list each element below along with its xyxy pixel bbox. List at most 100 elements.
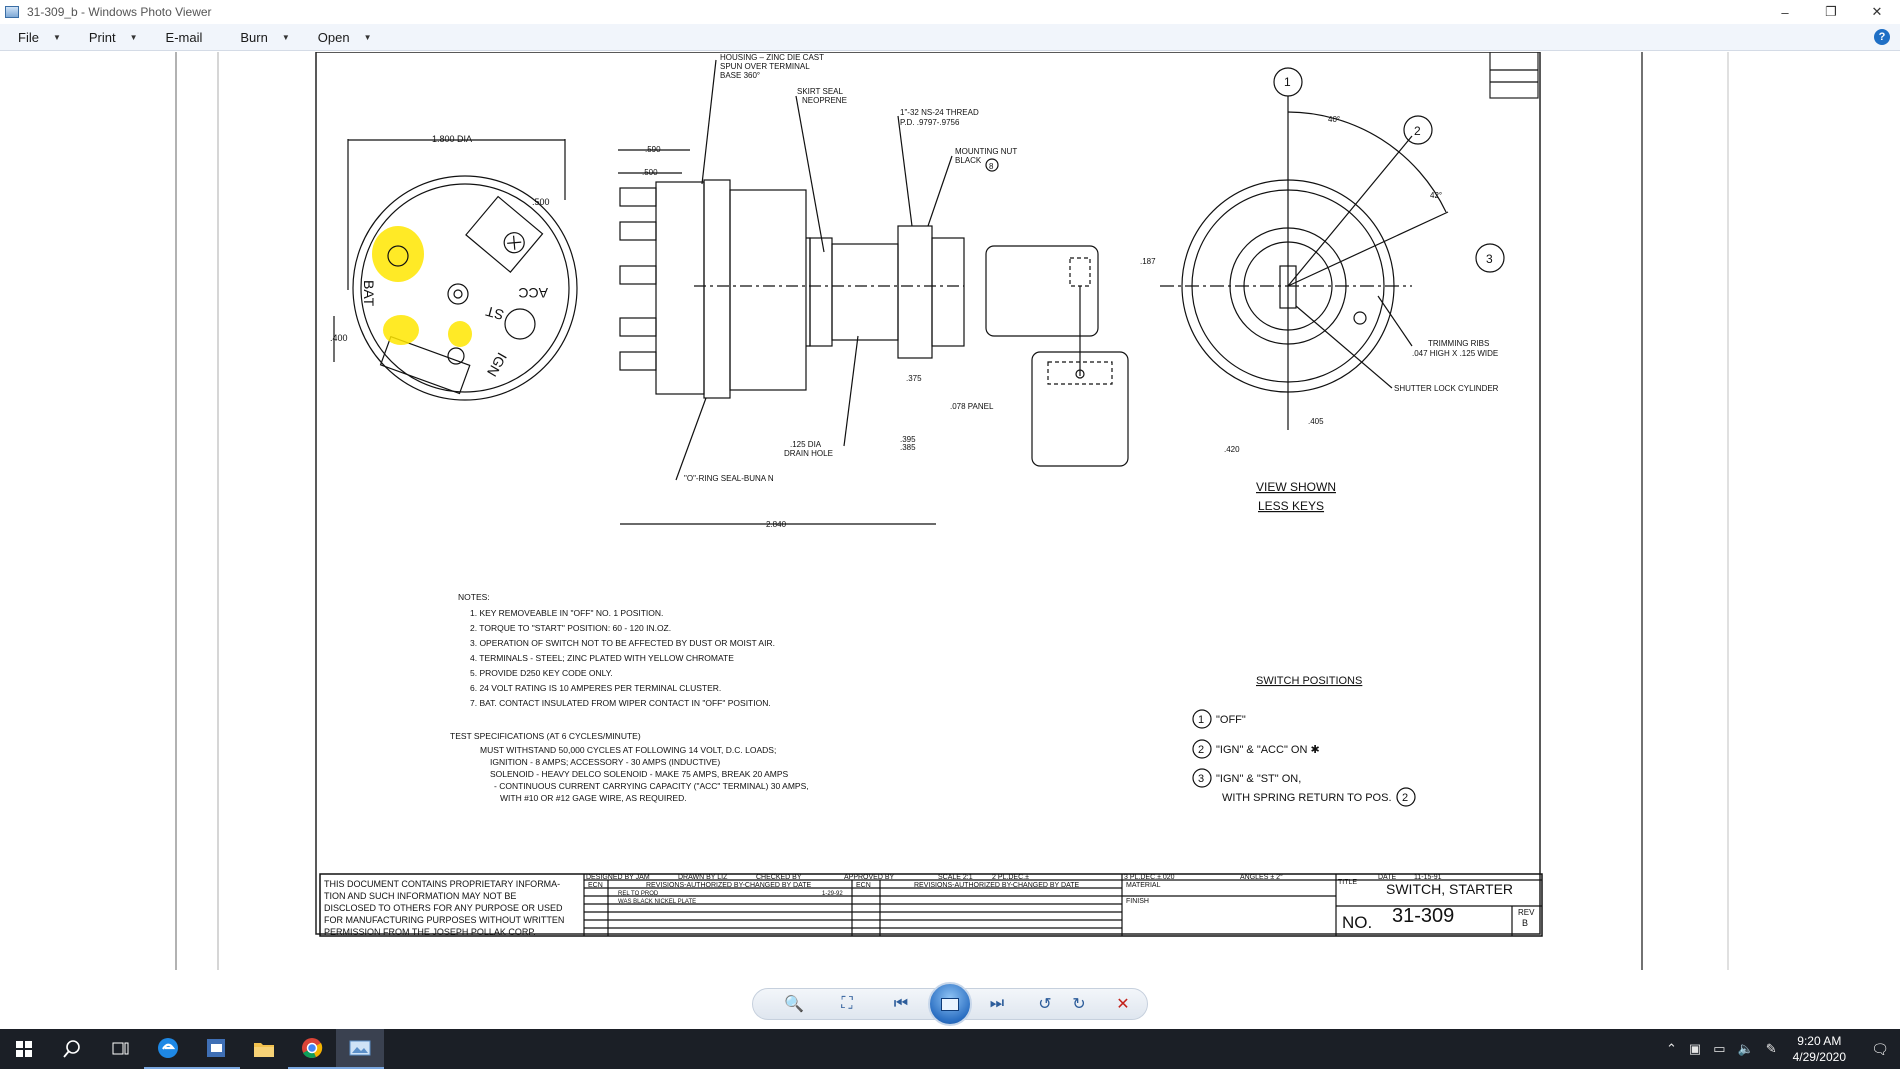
menu-email[interactable]: E-mail xyxy=(148,24,213,51)
switch-pos-3-num: 3 xyxy=(1198,773,1204,785)
dim-187-label: .187 xyxy=(1140,257,1156,266)
chevron-down-icon: ▼ xyxy=(52,32,61,42)
rotate-clockwise-icon[interactable]: ↻ xyxy=(1064,992,1094,1016)
thread-label-1: 1"-32 NS-24 THREAD xyxy=(900,108,979,117)
file-explorer-app[interactable] xyxy=(240,1029,288,1069)
volume-icon[interactable]: 🔈 xyxy=(1738,1041,1754,1057)
menu-bar: File ▼ Print ▼ E-mail Burn ▼ Open ▼ ? xyxy=(0,24,1900,51)
terminal-st-label: ST xyxy=(484,303,506,323)
designed-by: DESIGNED BY JAM xyxy=(586,874,650,881)
clock[interactable]: 9:20 AM 4/29/2020 xyxy=(1793,1033,1846,1065)
actual-size-icon[interactable]: ⛶ xyxy=(832,992,862,1016)
photo-viewer-app[interactable] xyxy=(336,1029,384,1069)
test-spec-line: WITH #10 OR #12 GAGE WIRE, AS REQUIRED. xyxy=(500,793,687,803)
switch-pos-1-num: 1 xyxy=(1198,714,1204,726)
note-line: 6. 24 VOLT RATING IS 10 AMPERES PER TERM… xyxy=(470,683,721,693)
revision-label: REV xyxy=(1518,908,1535,917)
task-view-button[interactable] xyxy=(96,1029,144,1069)
terminal-acc-label: ACC xyxy=(518,285,548,301)
dim-375-label: .375 xyxy=(906,374,922,383)
dim-400-label: .400 xyxy=(330,333,348,343)
revision-value: B xyxy=(1522,918,1528,928)
material-label: MATERIAL xyxy=(1126,882,1161,889)
drain-hole-label-1: .125 DIA xyxy=(790,440,822,449)
scale: SCALE 2:1 xyxy=(938,874,973,881)
shutter-lock-label: SHUTTER LOCK CYLINDER xyxy=(1394,384,1499,393)
menu-print-label: Print xyxy=(88,29,116,45)
ecn-label: ECN xyxy=(588,882,603,889)
task-view-icon xyxy=(112,1042,129,1055)
drawing-number-label: NO. xyxy=(1342,913,1372,932)
minimize-button[interactable]: – xyxy=(1762,0,1808,24)
zoom-icon[interactable]: 🔍 xyxy=(778,992,810,1016)
previous-icon[interactable]: ⏮ xyxy=(886,992,916,1016)
clock-time: 9:20 AM xyxy=(1797,1034,1842,1048)
menu-burn[interactable]: Burn ▼ xyxy=(212,24,299,51)
switch-pos-2-num: 2 xyxy=(1198,744,1204,756)
switch-pos-3b-num: 2 xyxy=(1402,792,1408,804)
maximize-button[interactable]: ❐ xyxy=(1808,0,1854,24)
housing-label-2: SPUN OVER TERMINAL xyxy=(720,62,810,71)
rotate-counterclockwise-icon[interactable]: ↺ xyxy=(1030,992,1060,1016)
photo-viewer-app-icon xyxy=(5,6,19,18)
windows-logo-icon xyxy=(16,1041,32,1057)
revisions-header-2: REVISIONS-AUTHORIZED BY-CHANGED BY DATE xyxy=(914,882,1080,889)
housing-label-3: BASE 360° xyxy=(720,71,760,80)
rev-b-note: WAS BLACK NICKEL PLATE xyxy=(618,899,696,905)
slideshow-icon xyxy=(941,997,959,1011)
chrome-icon xyxy=(302,1038,323,1058)
thread-label-2: P.D. .9797-.9756 xyxy=(900,118,960,127)
drain-hole-label-2: DRAIN HOLE xyxy=(784,449,833,458)
menu-print[interactable]: Print ▼ xyxy=(71,24,148,51)
rev-a-date: 1-29-92 xyxy=(822,891,843,897)
search-button[interactable] xyxy=(48,1029,96,1069)
help-icon[interactable]: ? xyxy=(1874,29,1890,45)
start-button[interactable] xyxy=(0,1029,48,1069)
system-tray: ⌃ ▣ ▭ 🔈 ✎ 9:20 AM 4/29/2020 🗨 xyxy=(1660,1029,1900,1069)
side-view: HOUSING – ZINC DIE CAST SPUN OVER TERMIN… xyxy=(618,53,1129,529)
housing-label-1: HOUSING – ZINC DIE CAST xyxy=(720,53,824,62)
notes-heading: NOTES: xyxy=(458,592,490,602)
front-view: 1 2 3 40° 42° .187 TRIMMING RIBS .047 HI… xyxy=(1140,67,1505,513)
rev-a-note: REL TO PROD xyxy=(618,891,659,897)
slideshow-button[interactable] xyxy=(928,982,972,1026)
next-icon[interactable]: ⏭ xyxy=(982,992,1012,1016)
mounting-nut-label-2: BLACK xyxy=(955,156,982,165)
clock-date: 4/29/2020 xyxy=(1792,1050,1846,1064)
checked-by: CHECKED BY xyxy=(756,874,802,881)
proprietary-line: PERMISSION FROM THE JOSEPH POLLAK CORP. xyxy=(324,927,536,937)
chevron-up-icon[interactable]: ⌃ xyxy=(1666,1041,1677,1057)
close-button[interactable]: ✕ xyxy=(1854,0,1900,24)
menu-file[interactable]: File ▼ xyxy=(0,24,71,51)
note-line: 7. BAT. CONTACT INSULATED FROM WIPER CON… xyxy=(470,698,771,708)
revisions-header: REVISIONS-AUTHORIZED BY-CHANGED BY DATE xyxy=(646,882,812,889)
skirt-seal-label-2: NEOPRENE xyxy=(802,96,847,105)
drawing-title: SWITCH, STARTER xyxy=(1386,881,1513,897)
switch-pos-3-text-b: WITH SPRING RETURN TO POS. xyxy=(1222,792,1392,804)
dia-label: 1.800 DIA xyxy=(432,134,472,144)
position-3-marker: 3 xyxy=(1486,252,1493,266)
notification-icon[interactable]: 🗨 xyxy=(1860,1029,1900,1069)
menu-open[interactable]: Open ▼ xyxy=(300,24,382,51)
three-place-decimal: 3 PL.DEC.±.020 xyxy=(1124,874,1175,881)
proprietary-line: DISCLOSED TO OTHERS FOR ANY PURPOSE OR U… xyxy=(324,903,563,913)
switch-positions: SWITCH POSITIONS 1 "OFF" 2 "IGN" & "ACC"… xyxy=(1192,675,1416,807)
network-icon[interactable]: ▭ xyxy=(1713,1041,1725,1057)
title-bar: 31-309_b - Windows Photo Viewer – ❐ ✕ xyxy=(0,0,1900,24)
view-shown-label-1: VIEW SHOWN xyxy=(1256,480,1336,494)
delete-icon[interactable]: ✕ xyxy=(1108,992,1138,1016)
edge-app[interactable] xyxy=(144,1029,192,1069)
proprietary-line: THIS DOCUMENT CONTAINS PROPRIETARY INFOR… xyxy=(324,879,560,889)
chrome-app[interactable] xyxy=(288,1029,336,1069)
outlook-app[interactable] xyxy=(192,1029,240,1069)
monitor-icon[interactable]: ▣ xyxy=(1689,1041,1701,1057)
angle-40-label: 40° xyxy=(1328,115,1340,124)
position-2-marker: 2 xyxy=(1414,124,1421,138)
note-line: 3. OPERATION OF SWITCH NOT TO BE AFFECTE… xyxy=(470,638,775,648)
pen-icon[interactable]: ✎ xyxy=(1766,1041,1777,1057)
menu-email-label: E-mail xyxy=(165,29,203,45)
image-viewer: 1.800 DIA BAT ST ACC IGN .500 .400 HOUSI… xyxy=(0,52,1900,972)
left-view: 1.800 DIA BAT ST ACC IGN .500 .400 xyxy=(330,134,578,401)
dim-500-label: .500 xyxy=(532,197,550,207)
finish-label: FINISH xyxy=(1126,898,1149,905)
